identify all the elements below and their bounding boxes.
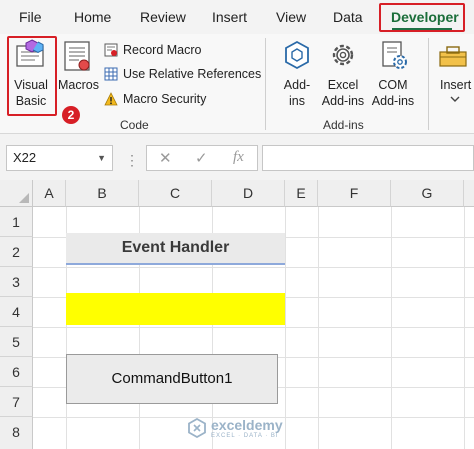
column-header-b[interactable]: B <box>66 180 139 207</box>
row-header-1[interactable]: 1 <box>0 207 33 237</box>
column-header-a[interactable]: A <box>33 180 66 207</box>
com-add-ins-label-line1: COM <box>378 78 408 92</box>
macros-button[interactable]: Macros <box>58 34 99 104</box>
insert-function-icon[interactable]: fx <box>233 149 244 166</box>
row-header-6[interactable]: 6 <box>0 357 33 387</box>
group-separator <box>428 38 429 130</box>
column-header-e[interactable]: E <box>285 180 318 207</box>
row-header-3[interactable]: 3 <box>0 267 33 297</box>
gridline <box>464 207 465 449</box>
gridline <box>285 207 286 449</box>
insert-controls-button[interactable]: Insert <box>434 34 474 114</box>
command-button-1[interactable]: CommandButton1 <box>66 354 278 404</box>
ribbon: Visual Basic 2 Macros Record Macro Use R… <box>0 34 474 134</box>
gridline <box>33 267 474 268</box>
ribbon-tab-bar: File Home Review Insert View Data Develo… <box>0 0 474 55</box>
excel-add-ins-button[interactable]: Excel Add-ins <box>318 34 368 114</box>
insert-controls-label: Insert <box>440 78 472 92</box>
macro-security-label: Macro Security <box>123 92 207 106</box>
formula-controls: ✕ ✓ fx <box>146 145 258 171</box>
tab-home[interactable]: Home <box>74 9 111 25</box>
column-header-g[interactable]: G <box>391 180 464 207</box>
more-options-icon: ⋮ <box>125 152 139 168</box>
formula-bar: X22 ▼ ⋮ ✕ ✓ fx <box>0 134 474 180</box>
column-header-c[interactable]: C <box>139 180 212 207</box>
select-all-corner[interactable] <box>0 180 33 207</box>
name-box[interactable]: X22 ▼ <box>6 145 113 171</box>
gridline <box>391 207 392 449</box>
excel-add-ins-label-line2: Add-ins <box>321 94 365 108</box>
chevron-down-icon[interactable]: ▼ <box>97 146 106 170</box>
relative-references-grid-icon <box>104 67 118 81</box>
warning-icon <box>104 92 118 106</box>
add-ins-label-line2: ins <box>289 94 305 108</box>
watermark-tagline: EXCEL · DATA · BI <box>211 433 279 439</box>
cancel-icon[interactable]: ✕ <box>159 149 172 167</box>
column-header-d[interactable]: D <box>212 180 285 207</box>
com-add-ins-icon <box>382 41 407 69</box>
watermark-name: exceldemy <box>211 417 283 433</box>
add-ins-label-line1: Add- <box>283 78 311 92</box>
step-badge-2: 2 <box>62 106 80 124</box>
tab-review[interactable]: Review <box>140 9 186 25</box>
column-header-overflow <box>464 180 474 207</box>
yellow-highlight-cell[interactable] <box>66 293 285 325</box>
row-header-7[interactable]: 7 <box>0 387 33 417</box>
exceldemy-logo-icon <box>188 418 206 438</box>
group-separator <box>265 38 266 130</box>
add-ins-group-label: Add-ins <box>323 118 364 132</box>
add-ins-button[interactable]: Add- ins <box>278 34 316 114</box>
event-handler-title-cell[interactable]: Event Handler <box>66 233 285 265</box>
tab-file[interactable]: File <box>19 9 42 25</box>
tab-insert[interactable]: Insert <box>212 9 247 25</box>
gridline <box>33 327 474 328</box>
gear-icon <box>332 44 354 66</box>
enter-icon[interactable]: ✓ <box>195 149 208 167</box>
chevron-down-icon <box>450 96 460 102</box>
com-add-ins-label-line2: Add-ins <box>371 94 415 108</box>
tab-view[interactable]: View <box>276 9 306 25</box>
row-header-8[interactable]: 8 <box>0 417 33 449</box>
add-ins-hexagon-icon <box>285 40 309 70</box>
code-group-label: Code <box>120 118 149 132</box>
column-header-f[interactable]: F <box>318 180 391 207</box>
macros-icon <box>64 41 90 71</box>
formula-input[interactable] <box>262 145 474 171</box>
name-box-value: X22 <box>13 150 37 165</box>
tab-data[interactable]: Data <box>333 9 363 25</box>
macros-label: Macros <box>58 78 99 92</box>
developer-tab-highlight <box>379 3 465 32</box>
toolbox-icon <box>439 46 467 67</box>
row-header-5[interactable]: 5 <box>0 327 33 357</box>
row-header-4[interactable]: 4 <box>0 297 33 327</box>
com-add-ins-button[interactable]: COM Add-ins <box>369 34 417 114</box>
visual-basic-highlight <box>7 36 57 116</box>
row-header-2[interactable]: 2 <box>0 237 33 267</box>
excel-add-ins-label-line1: Excel <box>327 78 359 92</box>
gridline <box>318 207 319 449</box>
record-macro-icon <box>104 43 118 57</box>
record-macro-label: Record Macro <box>123 43 202 57</box>
use-relative-references-label: Use Relative References <box>123 67 262 81</box>
